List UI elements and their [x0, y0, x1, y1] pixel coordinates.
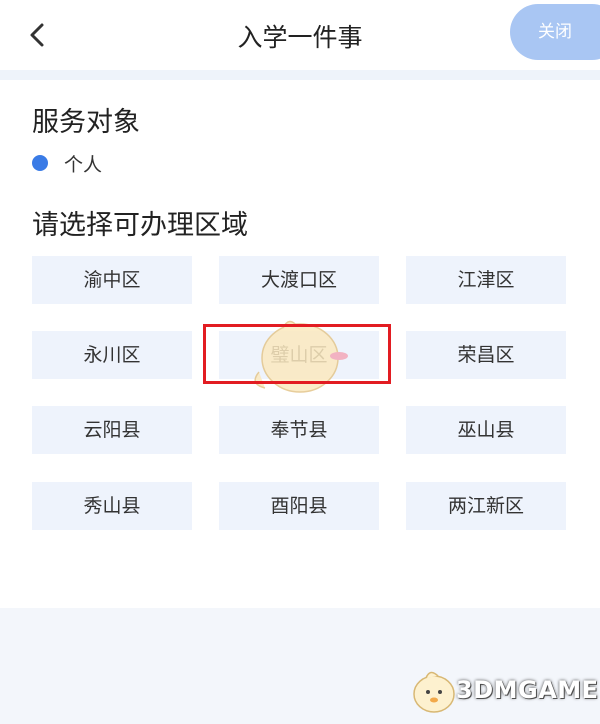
highlight-box: [203, 324, 391, 384]
district-button[interactable]: 酉阳县: [219, 482, 379, 530]
radio-selected-icon: [32, 155, 48, 171]
close-button[interactable]: 关闭: [510, 4, 600, 60]
district-button[interactable]: 两江新区: [406, 482, 566, 530]
header-divider: [0, 70, 600, 80]
district-button[interactable]: 渝中区: [32, 256, 192, 304]
district-button[interactable]: 奉节县: [219, 406, 379, 454]
district-button[interactable]: 秀山县: [32, 482, 192, 530]
district-button[interactable]: 江津区: [406, 256, 566, 304]
district-button[interactable]: 巫山县: [406, 406, 566, 454]
district-button[interactable]: 大渡口区: [219, 256, 379, 304]
region-select-heading: 请选择可办理区域: [32, 210, 248, 241]
service-target-heading: 服务对象: [32, 107, 140, 138]
watermark-text: 3DMGAME: [456, 676, 599, 704]
district-button[interactable]: 荣昌区: [406, 331, 566, 379]
top-bar: 入学一件事 关闭: [0, 0, 600, 70]
district-button[interactable]: 永川区: [32, 331, 192, 379]
service-target-option-label: 个人: [64, 154, 103, 176]
district-button[interactable]: 云阳县: [32, 406, 192, 454]
